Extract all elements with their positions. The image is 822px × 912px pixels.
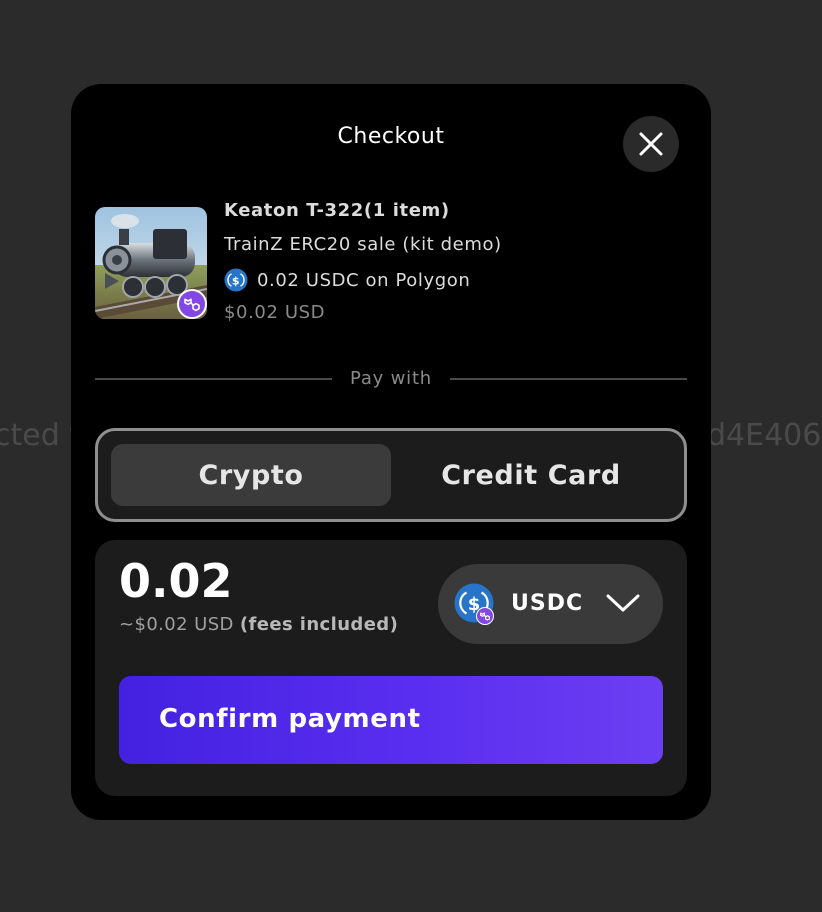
- item-price: $ 0.02 USDC on Polygon: [224, 268, 470, 292]
- polygon-icon: [480, 612, 490, 621]
- polygon-badge: [476, 607, 494, 625]
- item-collection: TrainZ ERC20 sale (kit demo): [224, 234, 502, 255]
- usd-estimate: ~$0.02 USD: [119, 614, 234, 635]
- modal-title: Checkout: [337, 124, 445, 149]
- item-price-label: 0.02 USDC on Polygon: [257, 269, 471, 291]
- background-text-left: cted t: [0, 418, 82, 453]
- confirm-payment-button[interactable]: Confirm payment: [119, 676, 663, 764]
- background-text-right: d4E406: [707, 418, 822, 453]
- confirm-payment-label: Confirm payment: [159, 704, 421, 734]
- payment-amount: 0.02: [119, 554, 233, 608]
- tab-credit-card[interactable]: Credit Card: [391, 444, 671, 506]
- polygon-badge: [177, 289, 207, 319]
- payment-panel: 0.02 ~$0.02 USD (fees included) $ USDC C…: [95, 540, 687, 796]
- pay-with-label: Pay with: [349, 368, 433, 389]
- tab-crypto[interactable]: Crypto: [111, 444, 391, 506]
- close-button[interactable]: [623, 116, 679, 172]
- divider-line-right: [450, 378, 687, 380]
- divider-line-left: [95, 378, 332, 380]
- payment-usd-amount: ~$0.02 USD (fees included): [119, 614, 398, 635]
- svg-text:$: $: [232, 274, 240, 287]
- checkout-modal: Checkout Keaton T-322(1 item) TrainZ ERC…: [71, 84, 711, 820]
- usdc-icon: $: [224, 268, 248, 292]
- item-name: Keaton T-322(1 item): [224, 200, 450, 221]
- token-label: USDC: [511, 591, 584, 616]
- polygon-icon: [184, 298, 200, 312]
- token-selector[interactable]: $ USDC: [438, 564, 663, 644]
- item-usd-price: $0.02 USD: [224, 302, 326, 323]
- chevron-down-icon: [606, 594, 640, 612]
- payment-method-tabs: Crypto Credit Card: [95, 428, 687, 522]
- item-image: [95, 207, 207, 319]
- close-icon: [639, 132, 663, 156]
- fees-note: (fees included): [239, 614, 399, 635]
